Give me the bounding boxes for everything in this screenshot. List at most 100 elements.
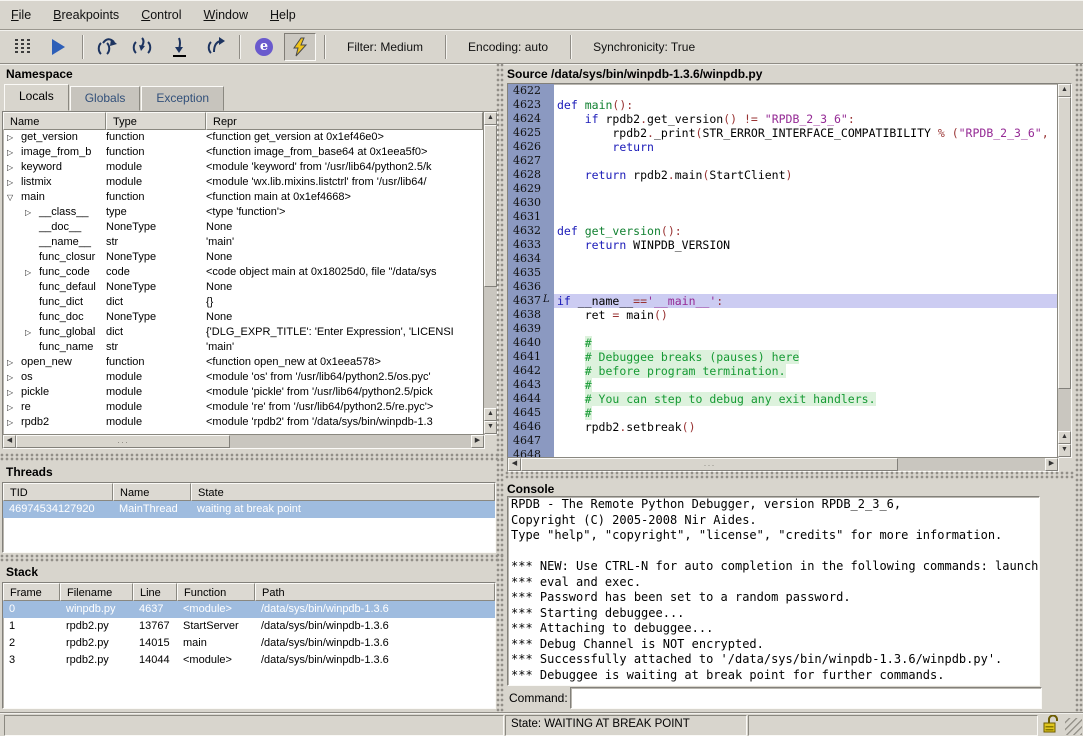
namespace-row[interactable]: ▷rpdb2module<module 'rpdb2' from '/data/… bbox=[3, 415, 483, 430]
source-line[interactable]: 4625 rpdb2._print(STR_ERROR_INTERFACE_CO… bbox=[508, 126, 1058, 140]
expand-icon[interactable]: ▷ bbox=[7, 160, 21, 175]
namespace-hscroll-thumb[interactable]: ··· bbox=[16, 435, 230, 448]
source-line[interactable]: 4630 bbox=[508, 196, 1058, 210]
source-line[interactable]: 4642 # before program termination. bbox=[508, 364, 1058, 378]
stack-frame-row[interactable]: 1rpdb2.py13767StartServer/data/sys/bin/w… bbox=[3, 618, 495, 635]
source-line[interactable]: 4647 bbox=[508, 434, 1058, 448]
source-vscroll-thumb[interactable] bbox=[1058, 97, 1071, 389]
namespace-row[interactable]: func_closurNoneTypeNone bbox=[3, 250, 483, 265]
scroll-left-icon[interactable]: ◀ bbox=[508, 458, 521, 471]
expand-icon[interactable]: ▷ bbox=[7, 415, 21, 430]
source-line[interactable]: 4645 # bbox=[508, 406, 1058, 420]
namespace-row[interactable]: ▷listmixmodule<module 'wx.lib.mixins.lis… bbox=[3, 175, 483, 190]
namespace-row[interactable]: ▷func_globaldict{'DLG_EXPR_TITLE': 'Ente… bbox=[3, 325, 483, 340]
scroll-down-icon[interactable]: ▼ bbox=[1058, 444, 1071, 457]
encoding-button[interactable]: e bbox=[248, 33, 280, 61]
step-into-button[interactable] bbox=[127, 33, 159, 61]
tab-globals[interactable]: Globals bbox=[70, 86, 141, 111]
namespace-row[interactable]: func_namestr'main' bbox=[3, 340, 483, 355]
namespace-table-header[interactable]: NameTypeRepr bbox=[3, 112, 483, 130]
source-hscrollbar[interactable]: ◀ ··· ▶ bbox=[507, 457, 1059, 472]
menu-item-breakpoints[interactable]: Breakpoints bbox=[42, 3, 130, 27]
resize-grip[interactable] bbox=[1065, 718, 1082, 735]
scroll-right-icon[interactable]: ▶ bbox=[471, 435, 484, 448]
scroll-left-icon[interactable]: ◀ bbox=[3, 435, 16, 448]
namespace-table[interactable]: NameTypeRepr ▷get_versionfunction<functi… bbox=[2, 111, 484, 435]
splitter-left-right[interactable] bbox=[496, 63, 504, 712]
source-line[interactable]: 4635 bbox=[508, 266, 1058, 280]
source-hscroll-thumb[interactable]: ··· bbox=[521, 458, 898, 471]
console-output[interactable]: RPDB - The Remote Python Debugger, versi… bbox=[507, 496, 1040, 686]
go-button[interactable] bbox=[42, 33, 74, 61]
source-line[interactable]: 4639 bbox=[508, 322, 1058, 336]
splitter-namespace-threads[interactable] bbox=[0, 453, 505, 461]
collapse-icon[interactable]: ▽ bbox=[7, 190, 21, 205]
stack-table-header[interactable]: FrameFilenameLineFunctionPath bbox=[3, 583, 495, 601]
namespace-row[interactable]: ▷osmodule<module 'os' from '/usr/lib64/p… bbox=[3, 370, 483, 385]
splitter-threads-stack[interactable] bbox=[0, 554, 505, 562]
namespace-row[interactable]: ▷get_versionfunction<function get_versio… bbox=[3, 130, 483, 145]
scroll-right-icon[interactable]: ▶ bbox=[1045, 458, 1058, 471]
expand-icon[interactable]: ▷ bbox=[25, 205, 39, 220]
source-line[interactable]: 4633 return WINPDB_VERSION bbox=[508, 238, 1058, 252]
synchronicity-button[interactable] bbox=[284, 33, 316, 61]
menu-item-control[interactable]: Control bbox=[130, 3, 192, 27]
step-return-button[interactable] bbox=[163, 33, 195, 61]
source-line[interactable]: 4646 rpdb2.setbreak() bbox=[508, 420, 1058, 434]
scroll-up-icon[interactable]: ▲ bbox=[1058, 84, 1071, 97]
expand-icon[interactable]: ▷ bbox=[7, 355, 21, 370]
thread-row[interactable]: 46974534127920MainThreadwaiting at break… bbox=[3, 501, 495, 518]
column-header-function[interactable]: Function bbox=[177, 583, 255, 601]
source-line[interactable]: 4631 bbox=[508, 210, 1058, 224]
menu-item-help[interactable]: Help bbox=[259, 3, 307, 27]
source-code-view[interactable]: 46224623def main():4624 if rpdb2.get_ver… bbox=[507, 83, 1059, 458]
source-line[interactable]: 4637Lif __name__=='__main__': bbox=[508, 294, 1058, 308]
expand-icon[interactable]: ▷ bbox=[25, 325, 39, 340]
source-line[interactable]: 4638 ret = main() bbox=[508, 308, 1058, 322]
namespace-row[interactable]: func_dictdict{} bbox=[3, 295, 483, 310]
threads-table[interactable]: TIDNameState 46974534127920MainThreadwai… bbox=[2, 482, 496, 553]
namespace-row[interactable]: ▽mainfunction<function main at 0x1ef4668… bbox=[3, 190, 483, 205]
column-header-path[interactable]: Path bbox=[255, 583, 495, 601]
expand-icon[interactable]: ▷ bbox=[7, 130, 21, 145]
threads-table-header[interactable]: TIDNameState bbox=[3, 483, 495, 501]
step-out-button[interactable] bbox=[199, 33, 231, 61]
column-header-name[interactable]: Name bbox=[3, 112, 106, 130]
column-header-tid[interactable]: TID bbox=[3, 483, 113, 501]
step-over-button[interactable] bbox=[91, 33, 123, 61]
source-line[interactable]: 4636 bbox=[508, 280, 1058, 294]
namespace-row[interactable]: ▷remodule<module 're' from '/usr/lib64/p… bbox=[3, 400, 483, 415]
source-line[interactable]: 4634 bbox=[508, 252, 1058, 266]
column-header-state[interactable]: State bbox=[191, 483, 495, 501]
column-header-name[interactable]: Name bbox=[113, 483, 191, 501]
column-header-filename[interactable]: Filename bbox=[60, 583, 133, 601]
namespace-row[interactable]: ▷image_from_bfunction<function image_fro… bbox=[3, 145, 483, 160]
column-header-repr[interactable]: Repr bbox=[206, 112, 483, 130]
column-header-line[interactable]: Line bbox=[133, 583, 177, 601]
column-header-type[interactable]: Type bbox=[106, 112, 206, 130]
source-line[interactable]: 4627 bbox=[508, 154, 1058, 168]
namespace-row[interactable]: __name__str'main' bbox=[3, 235, 483, 250]
source-line[interactable]: 4622 bbox=[508, 84, 1058, 98]
source-line[interactable]: 4629 bbox=[508, 182, 1058, 196]
expand-icon[interactable]: ▷ bbox=[7, 400, 21, 415]
namespace-row[interactable]: ▷__class__type<type 'function'> bbox=[3, 205, 483, 220]
stack-frame-row[interactable]: 3rpdb2.py14044<module>/data/sys/bin/winp… bbox=[3, 652, 495, 669]
tab-exception[interactable]: Exception bbox=[141, 86, 224, 111]
source-line[interactable]: 4628 return rpdb2.main(StartClient) bbox=[508, 168, 1058, 182]
expand-icon[interactable]: ▷ bbox=[7, 145, 21, 160]
source-line[interactable]: 4623def main(): bbox=[508, 98, 1058, 112]
expand-icon[interactable]: ▷ bbox=[25, 265, 39, 280]
tab-locals[interactable]: Locals bbox=[4, 84, 69, 111]
source-vscrollbar[interactable]: ▲ ▲ ▼ bbox=[1057, 83, 1072, 458]
stack-frame-row[interactable]: 2rpdb2.py14015main/data/sys/bin/winpdb-1… bbox=[3, 635, 495, 652]
source-line[interactable]: 4626 return bbox=[508, 140, 1058, 154]
splitter-source-console[interactable] bbox=[505, 471, 1075, 479]
source-line[interactable]: 4624 if rpdb2.get_version() != "RPDB_2_3… bbox=[508, 112, 1058, 126]
break-button[interactable] bbox=[6, 33, 38, 61]
namespace-row[interactable]: func_docNoneTypeNone bbox=[3, 310, 483, 325]
source-line[interactable]: 4640 # bbox=[508, 336, 1058, 350]
expand-icon[interactable]: ▷ bbox=[7, 175, 21, 190]
namespace-row[interactable]: __doc__NoneTypeNone bbox=[3, 220, 483, 235]
expand-icon[interactable]: ▷ bbox=[7, 370, 21, 385]
